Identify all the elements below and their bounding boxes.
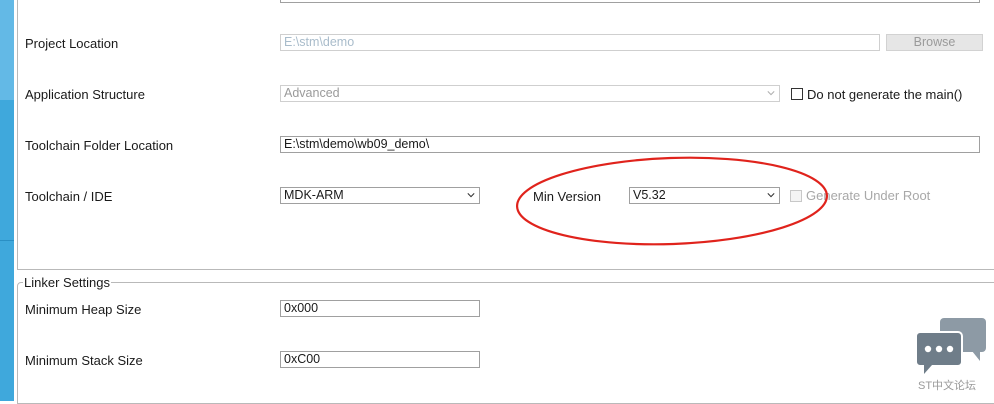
minimum-stack-field[interactable]: 0xC00 (280, 351, 480, 368)
minimum-heap-field[interactable]: 0x000 (280, 300, 480, 317)
left-sidebar-strip (0, 0, 14, 401)
project-location-label: Project Location (25, 36, 119, 51)
do-not-generate-main-label: Do not generate the main() (807, 87, 963, 102)
application-structure-select[interactable]: Advanced (280, 85, 780, 102)
watermark-text: ST中文论坛 (918, 380, 977, 392)
project-name-field[interactable] (280, 0, 980, 3)
sidebar-highlight (0, 0, 14, 100)
sidebar-separator (0, 240, 14, 241)
toolchain-ide-label: Toolchain / IDE (25, 189, 113, 204)
application-structure-value: Advanced (284, 86, 340, 100)
minimum-heap-label: Minimum Heap Size (25, 302, 142, 317)
linker-settings-group (17, 282, 994, 404)
do-not-generate-main-checkbox[interactable] (791, 88, 803, 100)
toolchain-folder-field[interactable]: E:\stm\demo\wb09_demo\ (280, 136, 980, 153)
minimum-stack-label: Minimum Stack Size (25, 353, 143, 368)
browse-button[interactable]: Browse (886, 34, 983, 51)
chevron-down-icon (767, 91, 775, 96)
annotation-ellipse (515, 156, 829, 246)
chevron-down-icon (467, 193, 475, 198)
project-location-field[interactable]: E:\stm\demo (280, 34, 880, 51)
application-structure-label: Application Structure (25, 87, 145, 102)
linker-settings-title: Linker Settings (23, 275, 111, 290)
toolchain-ide-value: MDK-ARM (284, 188, 344, 202)
toolchain-ide-select[interactable]: MDK-ARM (280, 187, 480, 204)
toolchain-folder-label: Toolchain Folder Location (25, 138, 174, 153)
